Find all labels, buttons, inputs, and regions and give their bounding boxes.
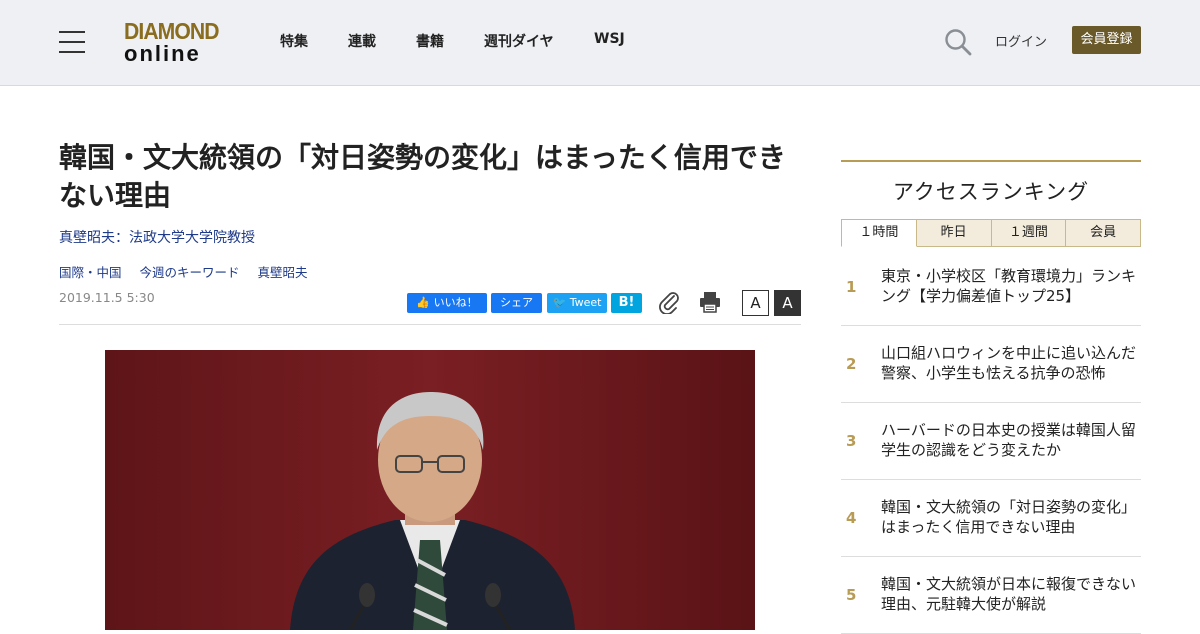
twitter-bird-icon: 🐦 bbox=[552, 296, 567, 309]
ranking-item[interactable]: 5 韓国・文大統領が日本に報復できない理由、元駐韓大使が解説 bbox=[841, 557, 1141, 634]
ranking-item[interactable]: 3 ハーバードの日本史の授業は韓国人留学生の認識をどう変えたか bbox=[841, 403, 1141, 480]
rank-headline[interactable]: 韓国・文大統領が日本に報復できない理由、元駐韓大使が解説 bbox=[881, 574, 1139, 614]
thumbs-up-icon: 👍 bbox=[416, 296, 431, 309]
article-title: 韓国・文大統領の「対日姿勢の変化」はまったく信用できない理由 bbox=[59, 141, 786, 212]
ranking-item[interactable]: 4 韓国・文大統領の「対日姿勢の変化」はまったく信用できない理由 bbox=[841, 480, 1141, 557]
publish-date: 2019.11.5 5:30 bbox=[59, 290, 155, 305]
print-icon[interactable] bbox=[699, 291, 721, 313]
nav-item-weekly-diamond[interactable]: 週刊ダイヤ bbox=[484, 31, 554, 51]
president-speech-image bbox=[105, 350, 755, 630]
hatena-bookmark-button[interactable]: B! bbox=[611, 293, 642, 313]
rank-number: 3 bbox=[846, 432, 857, 450]
ranking-list: 1 東京・小学校区「教育環境力」ランキング【学力偏差値トップ25】 2 山口組ハ… bbox=[841, 249, 1141, 634]
register-button[interactable]: 会員登録 bbox=[1072, 26, 1141, 54]
nav-item-books[interactable]: 書籍 bbox=[416, 31, 444, 51]
rank-headline[interactable]: 韓国・文大統領の「対日姿勢の変化」はまったく信用できない理由 bbox=[881, 497, 1139, 537]
nav-item-features[interactable]: 特集 bbox=[280, 31, 308, 51]
rank-number: 5 bbox=[846, 586, 857, 604]
tab-1hour[interactable]: １時間 bbox=[841, 219, 917, 247]
article-tags: 国際・中国 今週のキーワード 真壁昭夫 bbox=[59, 262, 322, 281]
rank-headline[interactable]: 東京・小学校区「教育環境力」ランキング【学力偏差値トップ25】 bbox=[881, 266, 1139, 306]
rank-number: 1 bbox=[846, 278, 857, 296]
paperclip-icon[interactable] bbox=[658, 290, 680, 314]
menu-icon[interactable] bbox=[59, 31, 85, 53]
nav-item-series[interactable]: 連載 bbox=[348, 31, 376, 51]
rank-headline[interactable]: 山口組ハロウィンを中止に追い込んだ警察、小学生も怯える抗争の恐怖 bbox=[881, 343, 1139, 383]
nav-item-wsj[interactable]: WSJ bbox=[594, 31, 625, 47]
site-logo[interactable]: DIAMOND online bbox=[124, 19, 228, 67]
ranking-top-border bbox=[841, 160, 1141, 162]
tab-1week[interactable]: １週間 bbox=[991, 219, 1067, 247]
tag-link[interactable]: 今週のキーワード bbox=[140, 265, 240, 280]
tag-link[interactable]: 真壁昭夫 bbox=[258, 265, 308, 280]
facebook-share-button[interactable]: シェア bbox=[491, 293, 542, 313]
rank-number: 2 bbox=[846, 355, 857, 373]
tweet-label: Tweet bbox=[569, 296, 602, 309]
tab-members[interactable]: 会員 bbox=[1066, 219, 1141, 247]
facebook-like-button[interactable]: 👍 いいね！ bbox=[407, 293, 487, 313]
article-author[interactable]: 真壁昭夫：法政大学大学院教授 bbox=[59, 227, 255, 247]
article-divider bbox=[59, 324, 801, 325]
ranking-tabs: １時間 昨日 １週間 会員 bbox=[841, 219, 1141, 247]
tab-yesterday[interactable]: 昨日 bbox=[916, 219, 992, 247]
ranking-item[interactable]: 2 山口組ハロウィンを中止に追い込んだ警察、小学生も怯える抗争の恐怖 bbox=[841, 326, 1141, 403]
rank-number: 4 bbox=[846, 509, 857, 527]
search-icon[interactable] bbox=[944, 28, 972, 56]
tag-link[interactable]: 国際・中国 bbox=[59, 265, 122, 280]
logo-diamond: DIAMOND bbox=[124, 18, 220, 44]
like-label: いいね！ bbox=[433, 296, 478, 309]
font-size-large-button[interactable]: A bbox=[774, 290, 801, 316]
ranking-title: アクセスランキング bbox=[892, 180, 1090, 204]
tweet-button[interactable]: 🐦 Tweet bbox=[547, 293, 607, 313]
login-link[interactable]: ログイン bbox=[995, 31, 1047, 50]
ranking-item[interactable]: 1 東京・小学校区「教育環境力」ランキング【学力偏差値トップ25】 bbox=[841, 249, 1141, 326]
site-header: DIAMOND online 特集 連載 書籍 週刊ダイヤ WSJ ログイン 会… bbox=[0, 0, 1200, 86]
logo-online: online bbox=[124, 41, 201, 66]
font-size-small-button[interactable]: A bbox=[742, 290, 769, 316]
rank-headline[interactable]: ハーバードの日本史の授業は韓国人留学生の認識をどう変えたか bbox=[881, 420, 1139, 460]
article-photo bbox=[105, 350, 755, 630]
